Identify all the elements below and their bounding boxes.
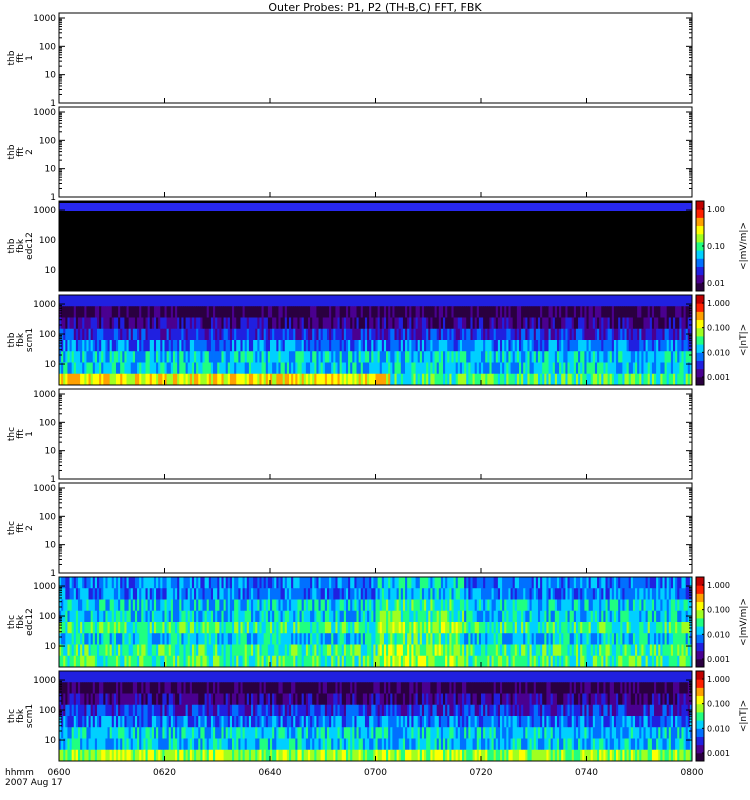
colorbar-step [696,209,704,218]
colorbar-step [696,319,704,329]
panel-frame [58,12,693,104]
colorbar-step [696,344,704,353]
colorbar-step [696,233,704,243]
colorbar-step [696,352,704,361]
colorbar: 0.01 0.10 1.00 <|mV/m|> [695,200,749,292]
colorbar: 0.001 0.010 0.100 1.000 <|nT|> [695,294,749,386]
y-tick-label: 10 [45,71,57,81]
panel-thb-fft2: 1 10 100 1000 thbfft2 [7,106,693,203]
panel-stack: 1101001000thbfft11101001000thbfft20.010.… [7,12,749,762]
panel-thc-fft2: 1 10 100 1000 thcfft2 [7,482,693,579]
colorbar-step [696,360,704,370]
y-tick-label: 1 [50,193,56,203]
y-tick-label: 1000 [33,108,56,118]
colorbar-step [696,368,704,378]
y-tick-label: 1000 [33,14,56,24]
colorbar-step [696,303,704,312]
panel-frame [58,388,693,480]
panel-thb-fft1: 1 10 100 1000 thbfft1 [7,12,693,109]
y-tick-label: 1000 [33,390,56,400]
colorbar-label: <|mV/m|> [739,222,749,270]
y-axis-label-line: 2 [25,149,35,155]
colorbar-step [696,225,704,235]
y-tick-label: 100 [39,512,56,522]
colorbar-step [696,201,704,210]
y-tick-label: 1 [50,569,56,579]
y-tick-label: 10 [45,266,57,276]
colorbar-step [696,282,704,292]
colorbar-step [696,376,704,386]
panel-frame [58,482,693,574]
y-axis-label: thbfbkscm1 [7,328,35,352]
colorbar-label: <|nT|> [739,324,749,356]
colorbar-tick-label: 1.000 [707,299,730,308]
y-axis-label-line: 1 [25,55,35,61]
y-axis-label: thbfbkedc12 [7,232,35,260]
y-tick-label: 1000 [33,300,56,310]
colorbar-tick-label: 0.10 [707,242,725,251]
heatmap-fill [59,201,692,291]
y-tick-label: 100 [39,330,56,340]
colorbar-step [696,335,704,345]
colorbar-step [696,217,704,227]
colorbar-step [696,274,704,284]
colorbar-tick-label: 0.01 [707,279,725,288]
colorbar-tick-label: 0.010 [707,348,730,357]
colorbar-step [696,266,704,276]
y-tick-label: 100 [39,418,56,428]
y-axis-label-line: edc12 [25,232,35,260]
panel-thc-fbk-edc12: 0.0010.0100.1001.000<|mV/m|>101001000thc… [7,576,749,668]
y-tick-label: 10 [45,447,57,457]
panel-thc-fft1: 1 10 100 1000 thcfft1 [7,388,693,485]
y-axis-label: thbfft2 [7,144,35,159]
colorbar-step [696,311,704,321]
panel-thb-fbk-scm1: 0.001 0.010 0.100 1.000 <|nT|> 10 100 1000 thbfb… [7,294,749,386]
colorbar-step [696,327,704,337]
y-axis-label: thcfft1 [7,427,35,441]
y-axis-label-line: scm1 [25,328,35,352]
y-tick-label: 100 [39,42,56,52]
y-tick-label: 10 [45,360,57,370]
colorbar-tick-label: 0.001 [707,373,730,382]
y-axis-label: thbfft1 [7,50,35,65]
y-tick-label: 1000 [33,206,56,216]
summary-plot: Outer Probes: P1, P2 (TH-B,C) FFT, FBK 1… [5,1,749,788]
y-tick-label: 10 [45,165,57,175]
panel-frame [58,106,693,198]
y-tick-label: 10 [45,541,57,551]
colorbar-step [696,295,704,304]
y-tick-label: 100 [39,136,56,146]
colorbar-tick-label: 0.100 [707,324,730,333]
colorbar-tick-label: 1.00 [707,205,725,214]
y-tick-label: 1000 [33,484,56,494]
heatmap-band-high [59,203,692,211]
y-axis-label-line: 2 [25,525,35,531]
colorbar-step [696,258,704,267]
panel-thb-fbk-edc12: 0.01 0.10 1.00 <|mV/m|> 10 100 1000 thbfbkedc12 [7,200,749,292]
y-tick-label: 100 [39,236,56,246]
colorbar-step [696,250,704,259]
y-axis-label-line: 1 [25,431,35,437]
plot-title: Outer Probes: P1, P2 (TH-B,C) FFT, FBK [268,1,482,14]
y-axis-label: thcfft2 [7,521,35,535]
